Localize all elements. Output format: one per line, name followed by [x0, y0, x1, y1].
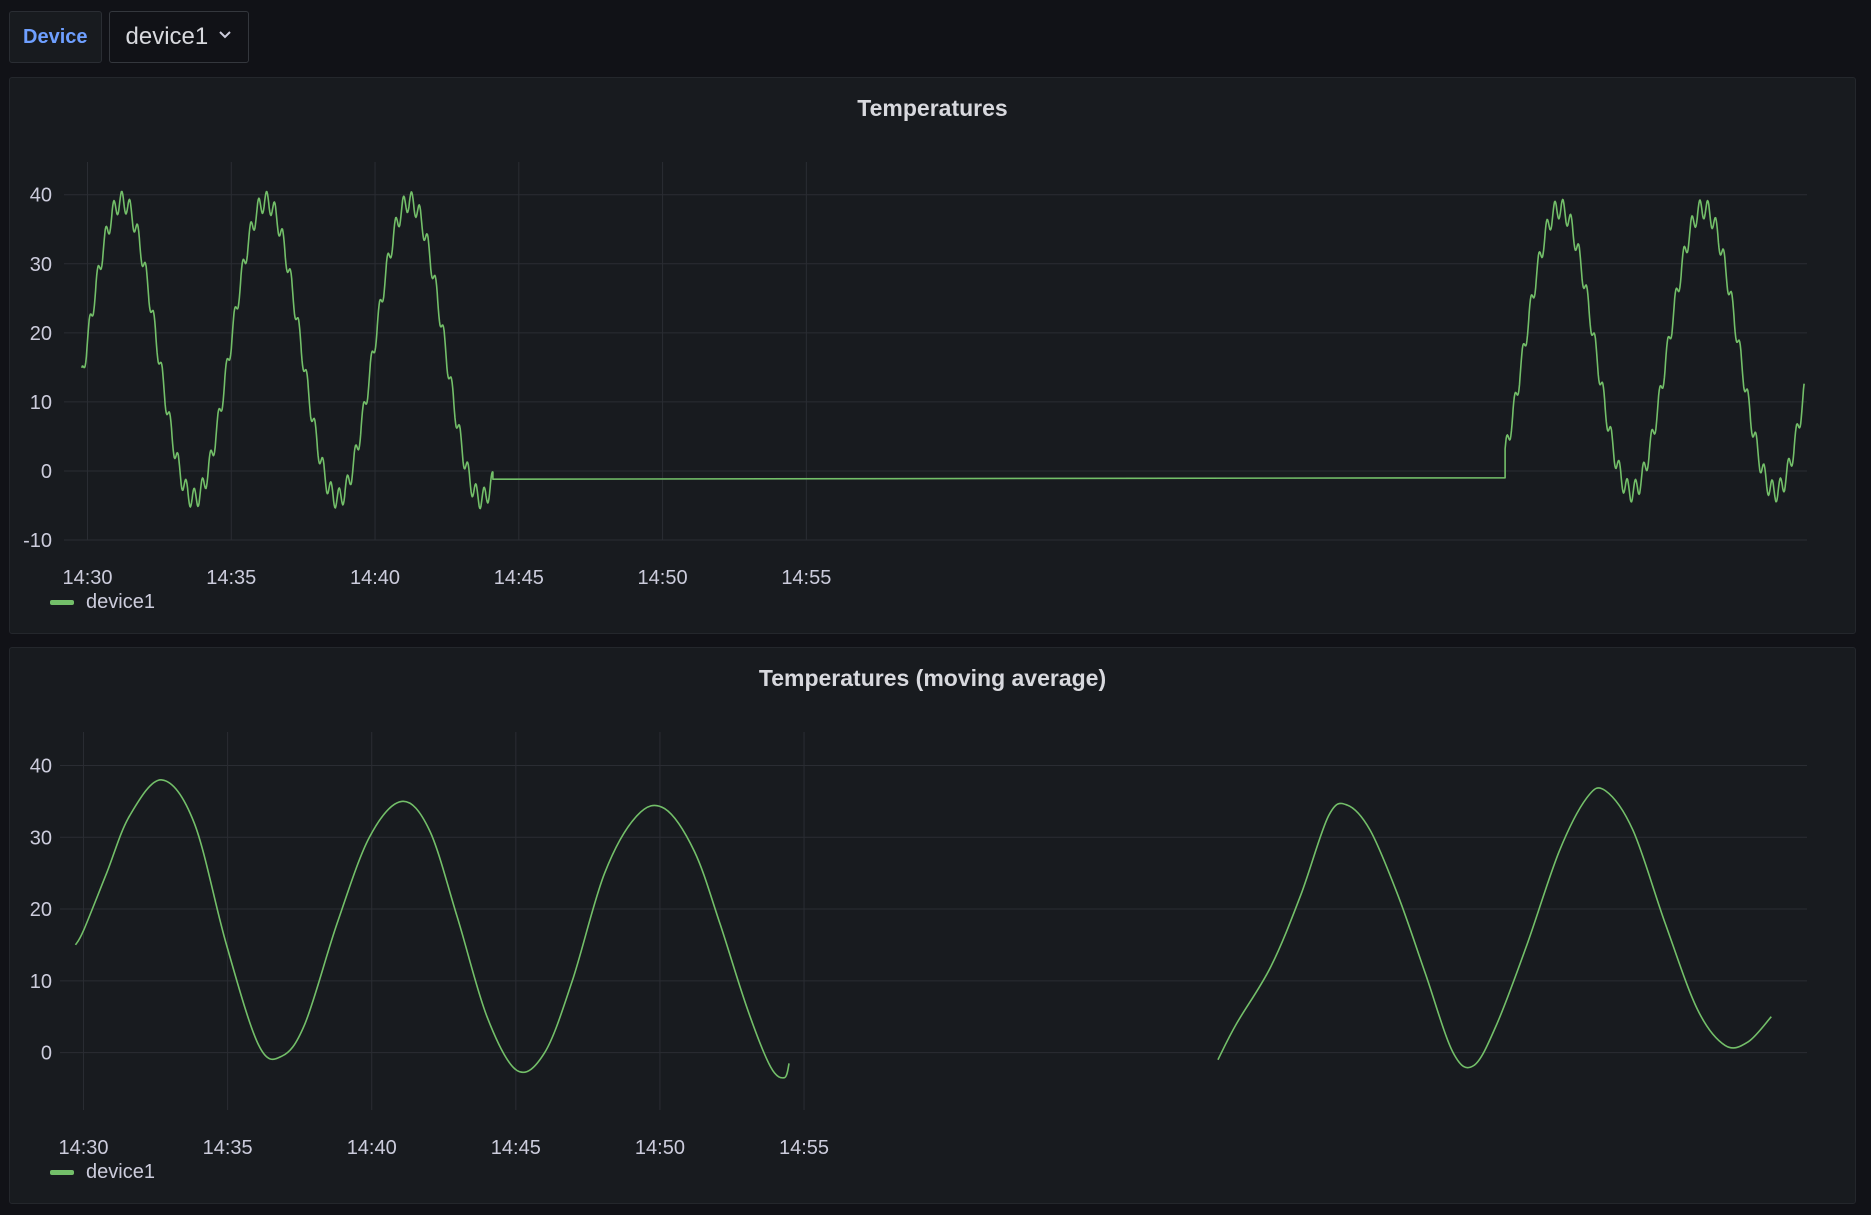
y-tick-label: 30: [30, 827, 52, 849]
device-select[interactable]: device1: [108, 11, 250, 63]
legend-swatch: [50, 600, 74, 605]
y-tick-label: 40: [30, 756, 52, 778]
y-tick-label: -10: [23, 530, 52, 552]
x-tick-label: 14:50: [638, 567, 688, 589]
y-tick-label: 0: [41, 1043, 52, 1065]
x-tick-label: 14:40: [347, 1137, 397, 1159]
temperatures-chart[interactable]: -10 0 10 20 30 40 14:30 14:35 14:40 14:45 14:50 14:…: [10, 78, 1855, 633]
x-tick-label: 14:40: [350, 567, 400, 589]
legend-swatch: [50, 1170, 74, 1175]
moving-average-panel: Temperatures (moving average) 0 10 20 30 40 1…: [9, 647, 1856, 1204]
legend[interactable]: device1: [50, 591, 155, 614]
temperatures-panel: Temperatures -10 0 10 20 30 40 14:30 14:35 14:40…: [9, 77, 1856, 634]
y-tick-label: 0: [41, 461, 52, 483]
x-tick-label: 14:55: [781, 567, 831, 589]
variable-bar: Device device1: [9, 11, 250, 63]
y-tick-label: 20: [30, 323, 52, 345]
series-line-device1: [74, 779, 1772, 1079]
y-tick-label: 10: [30, 392, 52, 414]
x-tick-label: 14:30: [58, 1137, 108, 1159]
series-line-device1: [81, 190, 1805, 510]
device-select-value: device1: [125, 23, 209, 50]
moving-average-chart[interactable]: 0 10 20 30 40 14:30 14:35 14:40 14:45 14:50 14:55: [10, 648, 1855, 1203]
legend[interactable]: device1: [50, 1161, 155, 1184]
x-tick-label: 14:30: [62, 567, 112, 589]
variable-label: Device: [9, 11, 102, 63]
y-tick-label: 40: [30, 185, 52, 207]
x-tick-label: 14:35: [203, 1137, 253, 1159]
legend-label: device1: [86, 591, 155, 613]
x-tick-label: 14:55: [779, 1137, 829, 1159]
x-tick-label: 14:45: [491, 1137, 541, 1159]
legend-label: device1: [86, 1161, 155, 1183]
y-tick-label: 10: [30, 971, 52, 993]
x-tick-label: 14:45: [494, 567, 544, 589]
x-tick-label: 14:50: [635, 1137, 685, 1159]
x-tick-label: 14:35: [206, 567, 256, 589]
y-tick-label: 20: [30, 899, 52, 921]
y-tick-label: 30: [30, 254, 52, 276]
chevron-down-icon: [218, 27, 232, 45]
